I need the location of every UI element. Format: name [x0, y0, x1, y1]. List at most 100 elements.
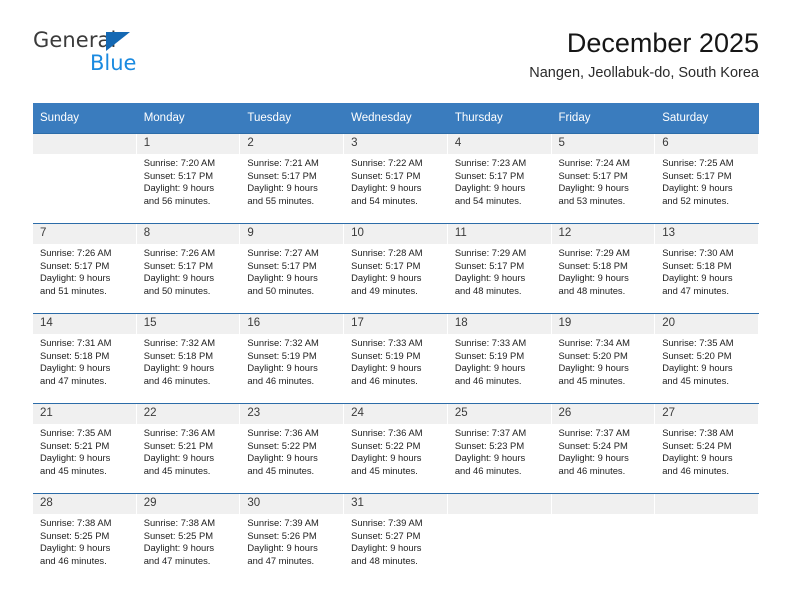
day-cell[interactable]: 15 Sunrise: 7:32 AM Sunset: 5:18 PM Dayl…: [136, 313, 241, 404]
day-number: 7: [33, 224, 137, 244]
sunset-text: Sunset: 5:22 PM: [247, 439, 317, 451]
daylight-text-line1: Daylight: 9 hours: [351, 272, 422, 284]
calendar-week-row: 1 Sunrise: 7:20 AM Sunset: 5:17 PM Dayli…: [33, 133, 759, 224]
day-details: Sunrise: 7:26 AM Sunset: 5:17 PM Dayligh…: [137, 244, 241, 297]
day-cell[interactable]: 11 Sunrise: 7:29 AM Sunset: 5:17 PM Dayl…: [447, 223, 552, 314]
sunrise-text: Sunrise: 7:39 AM: [247, 517, 319, 528]
day-cell[interactable]: 4 Sunrise: 7:23 AM Sunset: 5:17 PM Dayli…: [447, 133, 552, 224]
day-cell[interactable]: 28 Sunrise: 7:38 AM Sunset: 5:25 PM Dayl…: [33, 493, 137, 583]
sunrise-text: Sunrise: 7:35 AM: [662, 337, 734, 348]
daylight-text-line2: and 54 minutes.: [351, 194, 418, 206]
day-details: Sunrise: 7:29 AM Sunset: 5:18 PM Dayligh…: [552, 244, 656, 297]
day-details: [655, 514, 759, 517]
day-number: 27: [655, 404, 759, 424]
day-cell[interactable]: 20 Sunrise: 7:35 AM Sunset: 5:20 PM Dayl…: [655, 313, 759, 404]
daylight-text-line1: Daylight: 9 hours: [247, 542, 318, 554]
weekday-header-thursday: Thursday: [447, 103, 552, 134]
day-cell[interactable]: 9 Sunrise: 7:27 AM Sunset: 5:17 PM Dayli…: [240, 223, 345, 314]
daylight-text-line1: Daylight: 9 hours: [247, 272, 318, 284]
day-cell[interactable]: 1 Sunrise: 7:20 AM Sunset: 5:17 PM Dayli…: [136, 133, 241, 224]
daylight-text-line1: Daylight: 9 hours: [247, 362, 318, 374]
day-details: Sunrise: 7:32 AM Sunset: 5:19 PM Dayligh…: [240, 334, 344, 387]
day-cell[interactable]: 25 Sunrise: 7:37 AM Sunset: 5:23 PM Dayl…: [447, 403, 552, 494]
day-details: Sunrise: 7:39 AM Sunset: 5:26 PM Dayligh…: [240, 514, 344, 567]
day-details: Sunrise: 7:25 AM Sunset: 5:17 PM Dayligh…: [655, 154, 759, 207]
sunset-text: Sunset: 5:20 PM: [662, 349, 732, 361]
day-cell[interactable]: 21 Sunrise: 7:35 AM Sunset: 5:21 PM Dayl…: [33, 403, 137, 494]
sunrise-text: Sunrise: 7:30 AM: [662, 247, 734, 258]
day-details: Sunrise: 7:31 AM Sunset: 5:18 PM Dayligh…: [33, 334, 137, 387]
day-number: 16: [240, 314, 345, 334]
day-cell[interactable]: [551, 493, 656, 583]
day-cell[interactable]: 2 Sunrise: 7:21 AM Sunset: 5:17 PM Dayli…: [240, 133, 345, 224]
day-cell[interactable]: 18 Sunrise: 7:33 AM Sunset: 5:19 PM Dayl…: [447, 313, 552, 404]
generalblue-logo[interactable]: General Blue: [33, 30, 213, 86]
sunrise-text: Sunrise: 7:38 AM: [662, 427, 734, 438]
day-details: Sunrise: 7:20 AM Sunset: 5:17 PM Dayligh…: [137, 154, 241, 207]
page-header: General Blue December 2025 Nangen, Jeoll…: [33, 28, 759, 100]
day-cell[interactable]: 30 Sunrise: 7:39 AM Sunset: 5:26 PM Dayl…: [240, 493, 345, 583]
day-number: 10: [344, 224, 448, 244]
sunset-text: Sunset: 5:24 PM: [662, 439, 732, 451]
sunrise-text: Sunrise: 7:29 AM: [558, 247, 630, 258]
sunrise-text: Sunrise: 7:26 AM: [143, 247, 216, 258]
day-cell[interactable]: 10 Sunrise: 7:28 AM Sunset: 5:17 PM Dayl…: [344, 223, 448, 314]
day-details: Sunrise: 7:30 AM Sunset: 5:18 PM Dayligh…: [655, 244, 759, 297]
day-cell[interactable]: 6 Sunrise: 7:25 AM Sunset: 5:17 PM Dayli…: [655, 133, 759, 224]
daylight-text-line1: Daylight: 9 hours: [40, 362, 111, 374]
day-cell[interactable]: 19 Sunrise: 7:34 AM Sunset: 5:20 PM Dayl…: [551, 313, 656, 404]
daylight-text-line1: Daylight: 9 hours: [558, 452, 629, 464]
daylight-text-line2: and 45 minutes.: [558, 374, 626, 386]
sunrise-text: Sunrise: 7:32 AM: [143, 337, 216, 348]
day-cell[interactable]: 14 Sunrise: 7:31 AM Sunset: 5:18 PM Dayl…: [33, 313, 137, 404]
day-cell[interactable]: 29 Sunrise: 7:38 AM Sunset: 5:25 PM Dayl…: [136, 493, 241, 583]
calendar-week-row: 28 Sunrise: 7:38 AM Sunset: 5:25 PM Dayl…: [33, 493, 759, 583]
day-cell[interactable]: 23 Sunrise: 7:36 AM Sunset: 5:22 PM Dayl…: [240, 403, 345, 494]
daylight-text-line1: Daylight: 9 hours: [662, 452, 733, 464]
sunrise-text: Sunrise: 7:27 AM: [247, 247, 319, 258]
day-cell[interactable]: 17 Sunrise: 7:33 AM Sunset: 5:19 PM Dayl…: [344, 313, 448, 404]
day-cell[interactable]: 31 Sunrise: 7:39 AM Sunset: 5:27 PM Dayl…: [344, 493, 448, 583]
day-details: Sunrise: 7:26 AM Sunset: 5:17 PM Dayligh…: [33, 244, 137, 297]
day-cell[interactable]: 12 Sunrise: 7:29 AM Sunset: 5:18 PM Dayl…: [551, 223, 656, 314]
day-cell[interactable]: 26 Sunrise: 7:37 AM Sunset: 5:24 PM Dayl…: [551, 403, 656, 494]
daylight-text-line2: and 46 minutes.: [558, 464, 626, 476]
day-number: 31: [344, 494, 448, 514]
daylight-text-line1: Daylight: 9 hours: [143, 362, 215, 374]
sunrise-text: Sunrise: 7:37 AM: [558, 427, 630, 438]
daylight-text-line2: and 50 minutes.: [247, 284, 315, 296]
day-details: Sunrise: 7:24 AM Sunset: 5:17 PM Dayligh…: [552, 154, 656, 207]
day-number: 28: [33, 494, 137, 514]
daylight-text-line1: Daylight: 9 hours: [558, 272, 629, 284]
daylight-text-line2: and 46 minutes.: [454, 374, 522, 386]
day-cell[interactable]: 7 Sunrise: 7:26 AM Sunset: 5:17 PM Dayli…: [33, 223, 137, 314]
day-cell[interactable]: 3 Sunrise: 7:22 AM Sunset: 5:17 PM Dayli…: [344, 133, 448, 224]
sunrise-text: Sunrise: 7:31 AM: [40, 337, 112, 348]
sunset-text: Sunset: 5:17 PM: [454, 259, 525, 271]
day-cell[interactable]: 16 Sunrise: 7:32 AM Sunset: 5:19 PM Dayl…: [240, 313, 345, 404]
sunset-text: Sunset: 5:17 PM: [247, 169, 317, 181]
calendar-header-row: Sunday Monday Tuesday Wednesday Thursday…: [33, 103, 759, 134]
day-cell[interactable]: 22 Sunrise: 7:36 AM Sunset: 5:21 PM Dayl…: [136, 403, 241, 494]
day-cell[interactable]: [447, 493, 552, 583]
day-cell[interactable]: [655, 493, 759, 583]
day-cell[interactable]: 8 Sunrise: 7:26 AM Sunset: 5:17 PM Dayli…: [136, 223, 241, 314]
daylight-text-line1: Daylight: 9 hours: [247, 182, 318, 194]
day-cell[interactable]: 27 Sunrise: 7:38 AM Sunset: 5:24 PM Dayl…: [655, 403, 759, 494]
sunset-text: Sunset: 5:21 PM: [40, 439, 110, 451]
title-block: December 2025 Nangen, Jeollabuk-do, Sout…: [529, 28, 759, 82]
sunset-text: Sunset: 5:17 PM: [454, 169, 525, 181]
day-details: Sunrise: 7:35 AM Sunset: 5:20 PM Dayligh…: [655, 334, 759, 387]
day-details: Sunrise: 7:28 AM Sunset: 5:17 PM Dayligh…: [344, 244, 448, 297]
sunrise-text: Sunrise: 7:36 AM: [247, 427, 319, 438]
day-cell[interactable]: 5 Sunrise: 7:24 AM Sunset: 5:17 PM Dayli…: [551, 133, 656, 224]
daylight-text-line2: and 48 minutes.: [454, 284, 522, 296]
day-cell[interactable]: 13 Sunrise: 7:30 AM Sunset: 5:18 PM Dayl…: [655, 223, 759, 314]
day-cell[interactable]: [33, 133, 137, 224]
day-details: Sunrise: 7:36 AM Sunset: 5:22 PM Dayligh…: [344, 424, 448, 477]
daylight-text-line1: Daylight: 9 hours: [40, 542, 111, 554]
sunset-text: Sunset: 5:18 PM: [143, 349, 214, 361]
daylight-text-line1: Daylight: 9 hours: [247, 452, 318, 464]
day-cell[interactable]: 24 Sunrise: 7:36 AM Sunset: 5:22 PM Dayl…: [344, 403, 448, 494]
sunrise-text: Sunrise: 7:36 AM: [351, 427, 423, 438]
